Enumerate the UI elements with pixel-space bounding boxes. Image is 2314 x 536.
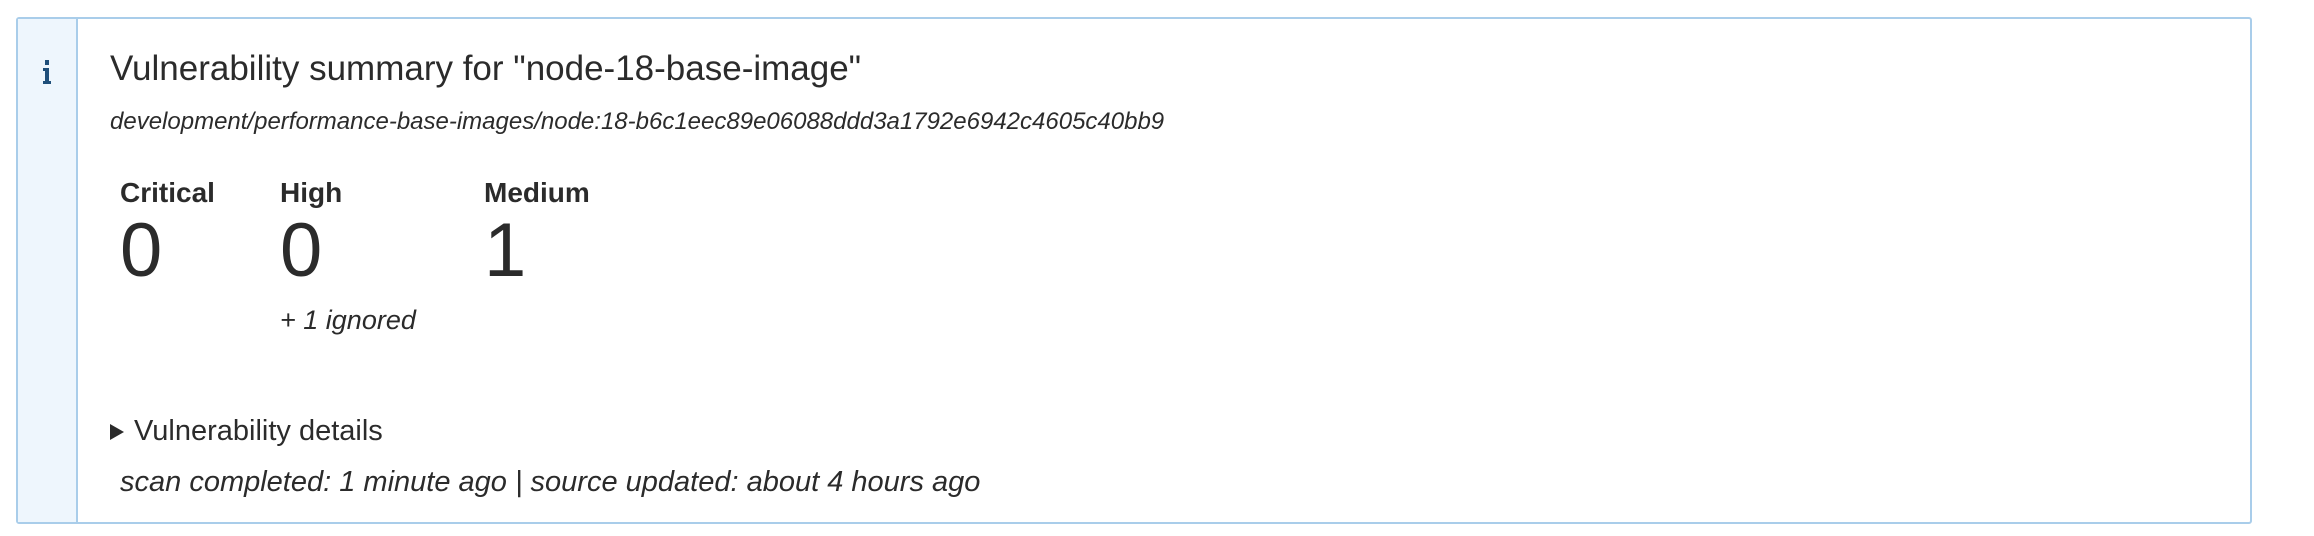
critical-label: Critical — [120, 177, 215, 208]
triangle-right-icon[interactable] — [110, 423, 124, 440]
medium-value: 1 — [484, 208, 527, 293]
high-ignored-note: + 1 ignored — [280, 305, 416, 335]
image-reference: development/performance-base-images/node… — [110, 108, 1165, 135]
info-icon — [43, 60, 51, 84]
critical-count: Critical 0 — [120, 177, 215, 289]
vulnerability-details-toggle[interactable]: Vulnerability details — [110, 415, 383, 448]
critical-value: 0 — [120, 208, 163, 293]
high-count: High 0 + 1 ignored — [280, 177, 416, 336]
annotation-content: Vulnerability summary for "node-18-base-… — [78, 19, 2250, 522]
annotation-gutter — [18, 19, 78, 522]
medium-label: Medium — [484, 177, 590, 208]
vulnerability-summary-annotation: Vulnerability summary for "node-18-base-… — [16, 17, 2252, 524]
high-value: 0 — [280, 208, 323, 293]
scan-status: scan completed: 1 minute ago | source up… — [120, 466, 981, 498]
high-label: High — [280, 177, 343, 208]
vulnerability-details-label[interactable]: Vulnerability details — [134, 415, 383, 448]
medium-count: Medium 1 — [484, 177, 590, 289]
summary-title: Vulnerability summary for "node-18-base-… — [110, 49, 862, 88]
